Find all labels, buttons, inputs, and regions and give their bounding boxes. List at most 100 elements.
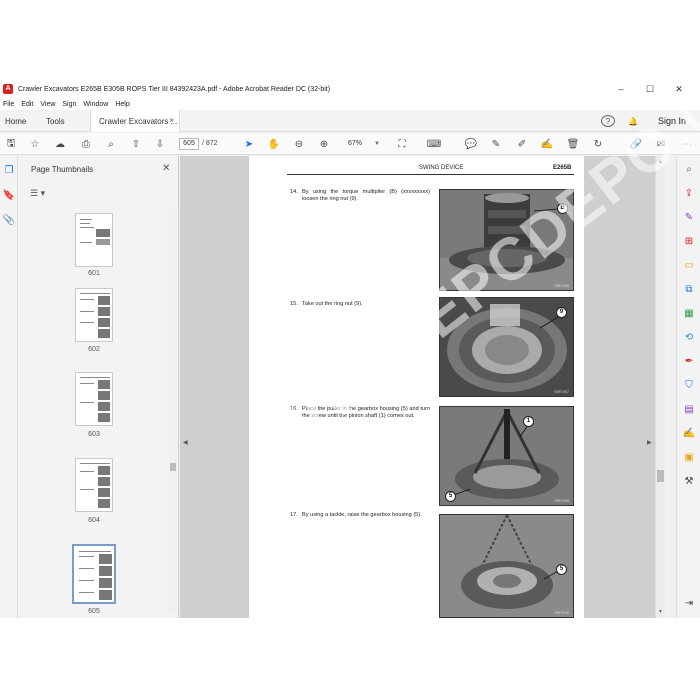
print-icon[interactable]: ⎙ [78,136,94,152]
zoom-out-icon[interactable]: ⊖ [291,136,307,152]
page-header-section: SWING DEVICE [419,165,464,171]
zoom-value: 67% [348,140,363,147]
collapse-tools-panel-icon[interactable]: ⇥ [682,596,696,610]
document-scrollbar[interactable]: ▲ ▼ [655,156,665,618]
menu-file[interactable]: File [3,101,14,108]
photo-code: S9F1V10 [554,611,569,615]
help-icon[interactable]: ? [601,115,615,127]
maximize-button[interactable]: ☐ [636,80,664,98]
photo-step-14: B S9F1V05 [439,189,574,291]
thumbnail-label: 601 [88,270,100,277]
share-link-icon[interactable]: 🔗 [628,136,644,152]
tab-close-icon[interactable]: × [169,116,174,125]
previous-page-icon[interactable]: ⇧ [128,136,144,152]
protect-icon[interactable]: ⛉ [682,378,696,392]
photo-step-17: 5 S9F1V10 [439,514,574,618]
bookmark-star-icon[interactable]: ☆ [27,136,43,152]
step-number: 17. [290,512,298,518]
close-window-button[interactable]: ✕ [665,80,693,98]
thumbnails-scrollbar[interactable] [169,208,177,613]
close-panel-icon[interactable]: ✕ [162,163,170,174]
acrobat-app-icon: A [3,84,13,94]
organize-pages-icon[interactable]: ▦ [682,306,696,320]
acrobat-window: A Crawler Excavators E265B E305B ROPS Ti… [0,80,700,618]
tab-tools[interactable]: Tools [46,110,65,132]
tab-document-label: Crawler Excavators ... [99,116,178,126]
sign-in-button[interactable]: Sign In [652,113,692,129]
bell-icon[interactable]: 🔔 [626,113,640,129]
scan-ocr-icon[interactable]: ⟲ [682,330,696,344]
callout-label: 1 [523,416,534,427]
step-14: 14. By using the torque multiplier (B) (… [290,189,430,203]
draw-icon[interactable]: ✐ [514,136,530,152]
pdf-page: SWING DEVICE E265B 14. By using the torq… [249,156,584,618]
bookmarks-icon[interactable]: 🔖 [3,189,15,201]
thumbnail-page-604[interactable] [75,458,113,512]
prepare-form-icon[interactable]: ▤ [682,402,696,416]
document-scroll-thumb[interactable] [657,470,664,482]
attachments-icon[interactable]: 📎 [3,214,15,226]
thumbnail-page-602[interactable] [75,288,113,342]
comment-icon[interactable]: 💬 [463,136,479,152]
tab-document[interactable]: Crawler Excavators ... × [90,110,180,132]
thumbnail-page-601[interactable] [75,213,113,267]
menu-sign[interactable]: Sign [62,101,76,108]
thumbnail-label: 602 [88,346,100,353]
zoom-in-icon[interactable]: ⊕ [316,136,332,152]
menu-view[interactable]: View [40,101,55,108]
keyboard-scroll-icon[interactable]: ⌨ [426,136,442,152]
select-cursor-icon[interactable]: ➤ [241,136,257,152]
callout-label: B [557,203,568,214]
photo-code: S9F1V07 [554,390,569,394]
comment-tool-icon[interactable]: ▭ [682,258,696,272]
next-page-icon[interactable]: ⇩ [152,136,168,152]
edit-pdf-icon[interactable]: ✎ [682,210,696,224]
minimize-button[interactable]: – [607,80,635,98]
collapse-right-panel-icon[interactable]: ▶ [647,439,652,446]
more-tools-wrench-icon[interactable]: ⚒ [682,474,696,488]
thumbnail-page-605-selected[interactable] [72,544,116,604]
screenshot-canvas: A Crawler Excavators E265B E305B ROPS Ti… [0,0,700,700]
zoom-select[interactable]: 67% ▼ [340,138,382,150]
menu-window[interactable]: Window [83,101,108,108]
email-icon[interactable]: ✉ [653,136,669,152]
page-number-input[interactable]: 605 [179,138,199,150]
right-tools-panel: ⌕ ⇪ ✎ ⊞ ▭ ⧉ ▦ ⟲ ✒ ⛉ ▤ ✍ ▣ ⚒ ⇥ [676,156,700,618]
thumbnails-panel: Page Thumbnails ✕ ☰ ▾ 601 602 603 604 60… [19,156,179,618]
menu-help[interactable]: Help [115,101,129,108]
delete-icon[interactable]: 🗑 [565,136,581,152]
save-icon[interactable]: 🖫 [3,136,19,152]
thumbnails-scroll-thumb[interactable] [170,463,176,471]
thumbnail-options-menu[interactable]: ☰ ▾ [30,188,45,199]
menu-bar: File Edit View Sign Window Help [0,98,700,110]
scroll-up-icon[interactable]: ▲ [658,159,663,165]
fit-page-icon[interactable]: ⛶ [394,136,410,152]
rotate-icon[interactable]: ↻ [590,136,606,152]
export-pdf-icon[interactable]: ⇪ [682,186,696,200]
send-for-signature-icon[interactable]: ✍ [682,426,696,440]
send-for-review-icon[interactable]: ▣ [682,450,696,464]
fill-sign-icon[interactable]: ✍ [539,136,555,152]
thumbnail-label: 603 [88,431,100,438]
page-thumbnails-icon[interactable]: ❐ [3,164,15,176]
scroll-down-icon[interactable]: ▼ [658,609,663,615]
tab-home[interactable]: Home [5,110,26,132]
step-text: By using the torque multiplier (B) (xxxx… [302,189,430,202]
more-tools-icon[interactable]: ⋯ [679,136,695,152]
left-navigation-strip: ❐ 🔖 📎 [0,156,18,618]
cloud-upload-icon[interactable]: ☁ [52,136,68,152]
create-pdf-icon[interactable]: ⊞ [682,234,696,248]
hand-tool-icon[interactable]: ✋ [266,136,282,152]
menu-edit[interactable]: Edit [21,101,33,108]
window-title: Crawler Excavators E265B E305B ROPS Tier… [18,85,331,93]
document-view[interactable]: ◀ ▶ SWING DEVICE E265B 14. By using the … [180,156,655,618]
highlight-pen-icon[interactable]: ✎ [488,136,504,152]
photo-step-15: 9 S9F1V07 [439,297,574,397]
collapse-left-panel-icon[interactable]: ◀ [183,439,188,446]
combine-files-icon[interactable]: ⧉ [682,282,696,296]
fill-and-sign-icon[interactable]: ✒ [682,354,696,368]
search-icon[interactable]: ⌕ [103,136,119,152]
search-zoom-icon[interactable]: ⌕ [682,162,696,176]
thumbnail-page-603[interactable] [75,372,113,426]
page-header-model: E265B [553,165,572,171]
